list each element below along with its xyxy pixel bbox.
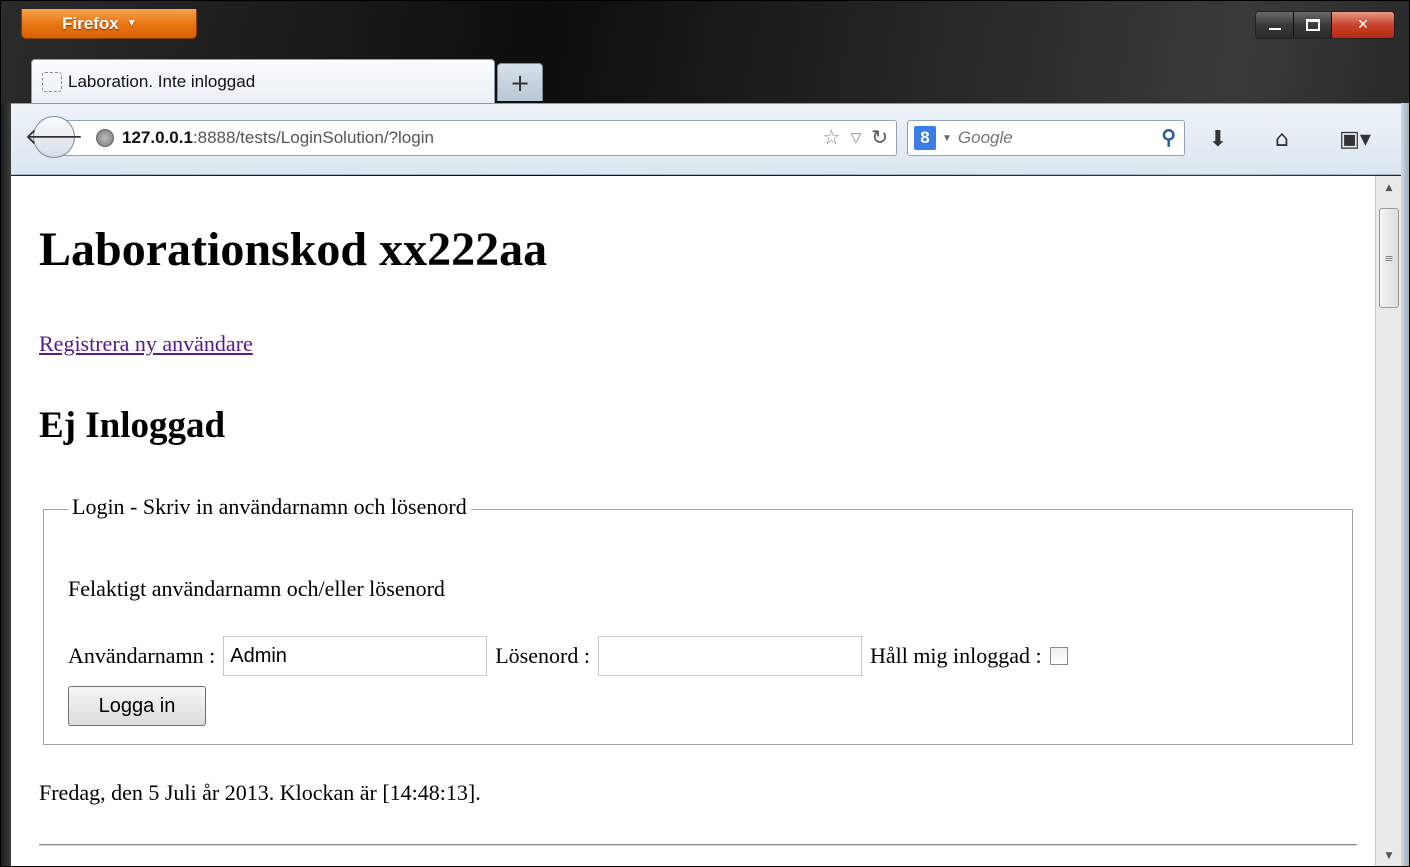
login-fieldset: Login - Skriv in användarnamn och löseno… — [43, 494, 1353, 745]
search-bar[interactable]: 8 ▼ Google ⚲ — [907, 120, 1185, 156]
register-new-user-link[interactable]: Registrera ny användare — [39, 331, 253, 357]
tab-title: Laboration. Inte inloggad — [68, 71, 256, 91]
maximize-button[interactable] — [1294, 12, 1332, 38]
horizontal-rule — [39, 844, 1357, 846]
reload-icon[interactable]: ↻ — [871, 125, 888, 150]
bookmarks-icon[interactable]: ▣▾ — [1333, 124, 1377, 154]
back-icon: 🡐 — [24, 125, 84, 150]
page-content: Laborationskod xx222aa Registrera ny anv… — [11, 176, 1375, 866]
vertical-scrollbar[interactable]: ▲ ≡ ▼ — [1375, 176, 1402, 866]
login-form-row: Användarnamn : Admin Lösenord : Håll mig… — [68, 636, 1068, 676]
new-tab-button[interactable]: + — [497, 63, 543, 101]
chevron-down-icon: ▼ — [126, 18, 137, 29]
download-icon[interactable]: ⬇ — [1203, 124, 1233, 154]
google-search-engine-icon[interactable]: 8 — [914, 126, 936, 150]
maximize-icon — [1305, 19, 1320, 31]
username-label: Användarnamn : — [68, 643, 216, 668]
url-host: 127.0.0.1 — [122, 128, 193, 147]
scroll-thumb[interactable]: ≡ — [1379, 208, 1399, 308]
minimize-icon — [1267, 27, 1282, 31]
url-path: :8888/tests/LoginSolution/?login — [192, 128, 434, 147]
page-title: Laborationskod xx222aa — [39, 223, 548, 276]
username-field[interactable]: Admin — [223, 636, 488, 676]
remember-me-label: Håll mig inloggad : — [869, 643, 1042, 668]
error-message: Felaktigt användarnamn och/eller lösenor… — [68, 576, 445, 601]
password-label: Lösenord : — [495, 643, 590, 668]
password-field[interactable] — [597, 636, 862, 676]
home-icon[interactable]: ⌂ — [1267, 124, 1297, 154]
remember-me-checkbox[interactable] — [1049, 647, 1068, 665]
dropdown-icon[interactable]: ▽ — [850, 129, 861, 146]
datetime-text: Fredag, den 5 Juli år 2013. Klockan är [… — [39, 780, 481, 805]
browser-window: Firefox ▼ ✕ Laboration. Inte inloggad + … — [0, 0, 1410, 867]
search-input[interactable]: Google — [958, 128, 1013, 148]
window-controls: ✕ — [1255, 11, 1395, 39]
url-bar-icons: ☆ ▽ ↻ — [823, 125, 888, 150]
scroll-up-icon[interactable]: ▲ — [1376, 176, 1402, 200]
plus-icon: + — [509, 68, 531, 97]
globe-icon — [96, 129, 114, 147]
star-icon[interactable]: ☆ — [823, 125, 841, 150]
login-status-heading: Ej Inloggad — [39, 405, 226, 446]
back-button[interactable]: 🡐 — [25, 116, 84, 158]
firefox-menu-label: Firefox — [62, 13, 119, 33]
login-legend: Login - Skriv in användarnamn och löseno… — [68, 494, 471, 520]
chevron-down-icon[interactable]: ▼ — [942, 133, 952, 144]
login-button[interactable]: Logga in — [68, 686, 206, 726]
url-bar[interactable]: 127.0.0.1:8888/tests/LoginSolution/?logi… — [61, 120, 897, 156]
close-button[interactable]: ✕ — [1332, 12, 1394, 38]
minimize-button[interactable] — [1256, 12, 1294, 38]
close-icon: ✕ — [1357, 17, 1369, 33]
window-border-left — [1, 103, 11, 866]
window-border-right — [1401, 103, 1409, 866]
search-icon[interactable]: ⚲ — [1161, 125, 1176, 150]
tab-active[interactable]: Laboration. Inte inloggad — [31, 59, 495, 103]
nav-toolbar: 127.0.0.1:8888/tests/LoginSolution/?logi… — [11, 103, 1409, 175]
scroll-down-icon[interactable]: ▼ — [1376, 844, 1402, 866]
page-favicon-icon — [42, 71, 62, 92]
firefox-menu-button[interactable]: Firefox ▼ — [21, 9, 197, 39]
